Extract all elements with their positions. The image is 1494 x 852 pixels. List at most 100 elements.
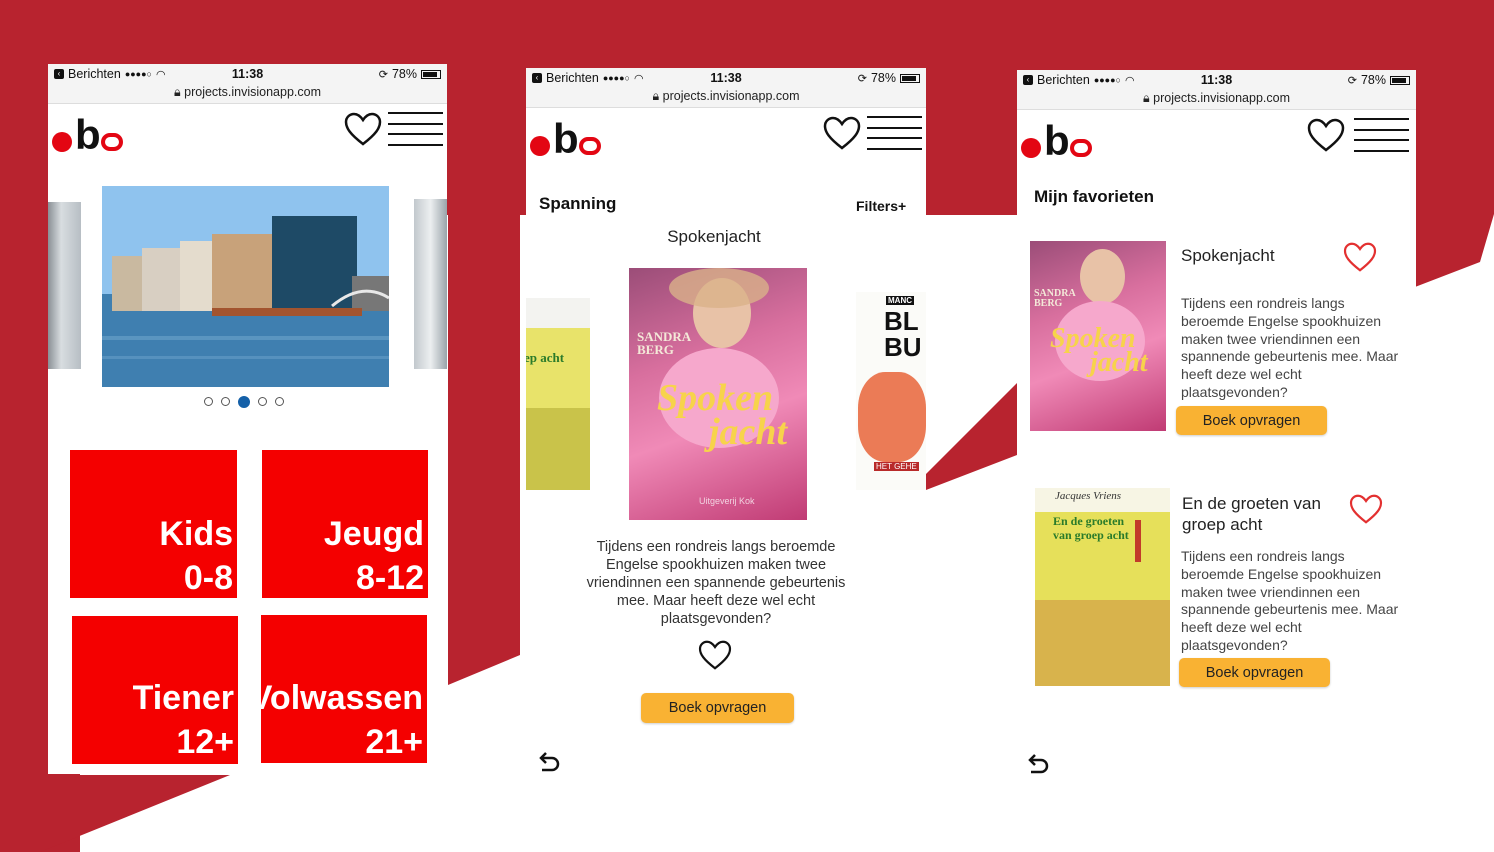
- url-text: projects.invisionapp.com: [1153, 91, 1290, 105]
- back-to-app-icon[interactable]: ‹: [532, 73, 542, 83]
- carrier-label: Berichten: [68, 67, 121, 81]
- app-header: b: [1017, 110, 1416, 164]
- battery-icon: [900, 73, 920, 83]
- battery-percentage: 78%: [1360, 73, 1386, 87]
- book-title: Spokenjacht: [667, 227, 761, 246]
- category-tile-jeugd[interactable]: Jeugd 8-12: [262, 450, 428, 598]
- request-book-button[interactable]: Boek opvragen: [641, 693, 794, 723]
- cover-author: SANDRA BERG: [637, 329, 691, 357]
- favorite-heart-filled-icon[interactable]: [1343, 242, 1377, 272]
- tile-age: 12+: [176, 723, 234, 761]
- status-bar: ‹ Berichten ●●●●○ ◠ 11:38 ⟳ 78%: [1017, 70, 1416, 90]
- back-arrow-icon[interactable]: [536, 750, 562, 776]
- carousel-dot[interactable]: [221, 397, 230, 406]
- book-description: Tijdens een rondreis langs beroemde Enge…: [586, 539, 846, 627]
- rotation-lock-icon: ⟳: [378, 68, 388, 81]
- carrier-label: Berichten: [546, 71, 599, 85]
- carousel-next-cover[interactable]: MANC BL BU HET GEHE: [856, 292, 926, 490]
- favorite-cover-spokenjacht[interactable]: SANDRA BERG Spoken jacht: [1030, 241, 1166, 431]
- favorite-title: Spokenjacht: [1181, 246, 1275, 265]
- wifi-icon: ◠: [156, 68, 166, 81]
- oba-logo[interactable]: b: [530, 114, 601, 160]
- tile-age: 21+: [365, 723, 423, 761]
- filters-button[interactable]: Filters+: [856, 198, 906, 214]
- lock-icon: 🔒︎: [1142, 91, 1150, 105]
- battery-icon: [421, 69, 441, 79]
- tile-age: 8-12: [355, 559, 424, 597]
- category-tile-volwassen[interactable]: Volwassen 21+: [250, 615, 427, 763]
- favorites-heart-icon[interactable]: [1307, 118, 1345, 152]
- favorite-heart-icon[interactable]: [698, 640, 732, 670]
- menu-hamburger-icon[interactable]: [867, 116, 922, 150]
- cover-title-line2: jacht: [709, 411, 788, 453]
- status-bar: ‹ Berichten ●●●●○ ◠ 11:38 ⟳ 78%: [48, 64, 447, 84]
- carousel-dot-active[interactable]: [238, 396, 250, 408]
- app-header: b: [526, 108, 926, 162]
- back-to-app-icon[interactable]: ‹: [54, 69, 64, 79]
- carousel-main-image[interactable]: [102, 186, 389, 387]
- carousel-dot[interactable]: [258, 397, 267, 406]
- cover-publisher: Uitgeverij Kok: [699, 496, 755, 506]
- url-text: projects.invisionapp.com: [184, 85, 321, 99]
- cover-text: MANC: [886, 296, 914, 305]
- favorite-cover-groep-acht[interactable]: Jacques Vriens En de groeten van groep a…: [1035, 488, 1170, 686]
- cover-text: BL BU: [884, 306, 922, 362]
- carousel-prev-image[interactable]: [48, 202, 81, 369]
- carousel-dot[interactable]: [275, 397, 284, 406]
- favorites-heart-icon[interactable]: [823, 116, 861, 150]
- menu-hamburger-icon[interactable]: [1354, 118, 1409, 152]
- wifi-icon: ◠: [1125, 74, 1135, 87]
- menu-hamburger-icon[interactable]: [388, 112, 443, 146]
- phone-screen-genre: ‹ Berichten ●●●●○ ◠ 11:38 ⟳ 78% 🔒︎ proje…: [526, 68, 926, 788]
- book-cover-spokenjacht[interactable]: SANDRA BERG Spoken jacht Uitgeverij Kok: [629, 268, 807, 520]
- lock-icon: 🔒︎: [173, 85, 181, 99]
- tile-age: 0-8: [183, 559, 233, 597]
- carrier-label: Berichten: [1037, 73, 1090, 87]
- cover-author: Jacques Vriens: [1055, 490, 1122, 502]
- url-bar[interactable]: 🔒︎ projects.invisionapp.com: [48, 84, 447, 104]
- status-bar: ‹ Berichten ●●●●○ ◠ 11:38 ⟳ 78%: [526, 68, 926, 88]
- cover-author: SANDRA BERG: [1034, 288, 1076, 309]
- rotation-lock-icon: ⟳: [857, 72, 867, 85]
- oba-logo[interactable]: obb: [52, 110, 123, 156]
- carousel-next-image[interactable]: [414, 199, 447, 369]
- category-tile-kids[interactable]: Kids 0-8: [70, 450, 237, 598]
- cover-text: HET GEHE: [874, 462, 919, 471]
- cover-text: ep acht: [526, 350, 565, 365]
- back-arrow-icon[interactable]: [1025, 752, 1051, 778]
- lock-icon: 🔒︎: [652, 89, 660, 103]
- category-tile-tiener[interactable]: Tiener 12+: [72, 616, 238, 764]
- signal-icon: ●●●●○: [602, 73, 630, 83]
- url-bar[interactable]: 🔒︎ projects.invisionapp.com: [526, 88, 926, 108]
- oba-logo[interactable]: b: [1021, 116, 1092, 162]
- carousel-prev-cover[interactable]: ep acht: [526, 298, 590, 490]
- signal-icon: ●●●●○: [1093, 75, 1121, 85]
- tile-label: Jeugd: [323, 515, 424, 553]
- favorite-heart-filled-icon[interactable]: [1349, 494, 1383, 524]
- url-bar[interactable]: 🔒︎ projects.invisionapp.com: [1017, 90, 1416, 110]
- request-book-button[interactable]: Boek opvragen: [1176, 406, 1327, 435]
- phone-screen-favorites: ‹ Berichten ●●●●○ ◠ 11:38 ⟳ 78% 🔒︎ proje…: [1017, 70, 1416, 792]
- request-book-button[interactable]: Boek opvragen: [1179, 658, 1330, 687]
- carousel-pagination: [204, 396, 284, 408]
- favorite-description: Tijdens een rondreis langs beroemde Enge…: [1181, 548, 1399, 653]
- rotation-lock-icon: ⟳: [1347, 74, 1357, 87]
- favorites-heart-icon[interactable]: [344, 112, 382, 146]
- battery-percentage: 78%: [391, 67, 417, 81]
- favorite-title: En de groeten van groep acht: [1182, 494, 1321, 534]
- app-header: obb: [48, 104, 447, 158]
- wifi-icon: ◠: [634, 72, 644, 85]
- favorite-description: Tijdens een rondreis langs beroemde Enge…: [1181, 295, 1399, 400]
- carousel-dot[interactable]: [204, 397, 213, 406]
- cover-title: En de groeten van groep acht: [1053, 514, 1129, 542]
- back-to-app-icon[interactable]: ‹: [1023, 75, 1033, 85]
- phone-screen-home: ‹ Berichten ●●●●○ ◠ 11:38 ⟳ 78% 🔒︎ proje…: [48, 64, 447, 774]
- tile-label: Volwassen: [249, 679, 423, 717]
- tile-label: Kids: [159, 515, 233, 553]
- genre-heading: Spanning: [539, 194, 617, 213]
- tile-label: Tiener: [132, 679, 234, 717]
- battery-percentage: 78%: [870, 71, 896, 85]
- url-text: projects.invisionapp.com: [662, 89, 800, 103]
- page-title: Mijn favorieten: [1034, 187, 1154, 206]
- signal-icon: ●●●●○: [124, 69, 152, 79]
